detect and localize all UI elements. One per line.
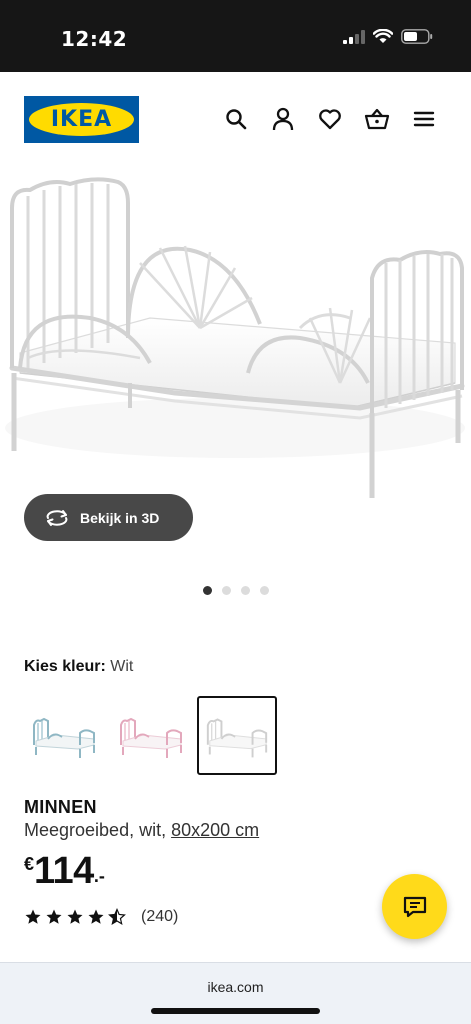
- carousel-dot[interactable]: [241, 586, 250, 595]
- carousel-dot[interactable]: [203, 586, 212, 595]
- status-bar: 12:42: [0, 0, 471, 72]
- price-amount: 114: [34, 850, 94, 892]
- color-label: Kies kleur:: [24, 658, 106, 675]
- battery-icon: [401, 29, 433, 44]
- status-time: 12:42: [61, 27, 128, 51]
- star-icon: [67, 909, 83, 924]
- browser-url-bar[interactable]: ikea.com: [0, 962, 471, 1024]
- product-size-link[interactable]: 80x200 cm: [171, 820, 259, 840]
- product-description-text: Meegroeibed, wit,: [24, 820, 172, 840]
- ikea-logo[interactable]: IKEA: [24, 96, 139, 143]
- product-image[interactable]: [0, 168, 471, 513]
- star-icon: [46, 909, 62, 924]
- star-icon: [88, 909, 104, 924]
- wishlist-heart-icon[interactable]: [317, 106, 343, 132]
- search-icon[interactable]: [223, 106, 249, 132]
- price-currency: €: [24, 854, 35, 874]
- logo-oval: IKEA: [29, 103, 134, 136]
- menu-icon[interactable]: [411, 106, 437, 132]
- chat-icon: [403, 896, 426, 917]
- wifi-icon: [373, 29, 393, 43]
- half-star-icon: [108, 908, 126, 925]
- swatch-light-blue[interactable]: [24, 696, 104, 775]
- price-suffix: .-: [93, 866, 105, 886]
- carousel-dot[interactable]: [222, 586, 231, 595]
- home-indicator[interactable]: [151, 1008, 320, 1014]
- swatch-pink[interactable]: [111, 696, 191, 775]
- product-name: MINNEN: [24, 797, 97, 817]
- color-selected-value: Wit: [110, 658, 134, 675]
- basket-icon[interactable]: [364, 106, 390, 132]
- star-icon: [25, 909, 41, 924]
- rotate-3d-icon: [46, 509, 68, 526]
- view-3d-button[interactable]: Bekijk in 3D: [24, 494, 193, 541]
- carousel-dot[interactable]: [260, 586, 269, 595]
- account-icon[interactable]: [270, 106, 296, 132]
- status-icons: [343, 29, 433, 44]
- site-header: IKEA: [0, 72, 471, 168]
- view-3d-label: Bekijk in 3D: [80, 509, 160, 526]
- product-price: € 114 .-: [24, 850, 105, 892]
- product-description: Meegroeibed, wit, 80x200 cm: [24, 820, 259, 841]
- swatch-white-selected[interactable]: [197, 696, 277, 775]
- url-text: ikea.com: [207, 979, 264, 995]
- carousel-dots: [203, 586, 269, 595]
- product-rating[interactable]: (240): [24, 908, 178, 926]
- rating-count: (240): [141, 908, 179, 925]
- cellular-signal-icon: [343, 29, 365, 44]
- logo-text: IKEA: [50, 107, 113, 132]
- color-picker-label: Kies kleur: Wit: [24, 658, 133, 676]
- chat-button[interactable]: [382, 874, 447, 939]
